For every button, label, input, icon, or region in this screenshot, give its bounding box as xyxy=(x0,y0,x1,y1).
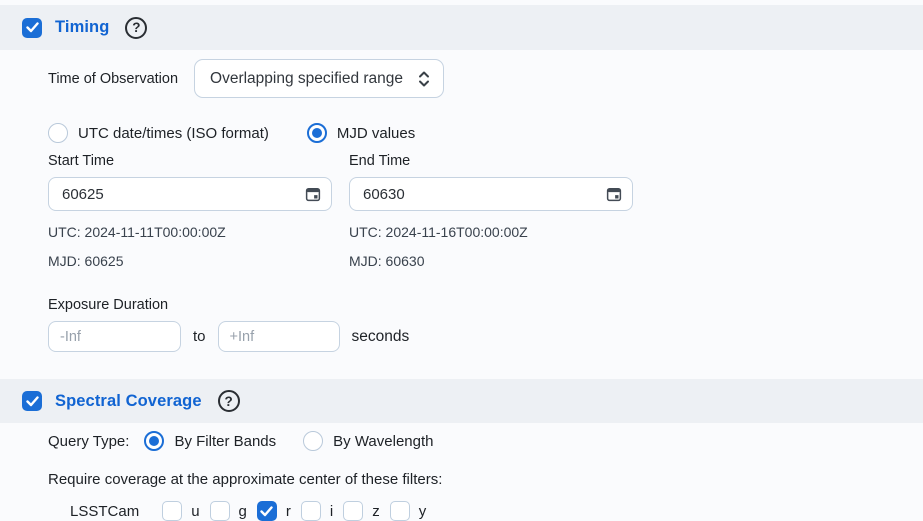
spectral-section-title: Spectral Coverage xyxy=(55,392,202,411)
band-u-checkbox[interactable] xyxy=(162,501,182,521)
exposure-unit-label: seconds xyxy=(352,328,410,346)
end-time-input[interactable] xyxy=(349,177,633,211)
start-time-input[interactable] xyxy=(48,177,332,211)
mjd-format-radio[interactable] xyxy=(307,123,327,143)
check-icon xyxy=(260,506,273,517)
query-type-label: Query Type: xyxy=(48,433,129,450)
spectral-section-header: Spectral Coverage ? xyxy=(0,379,923,423)
instrument-label: LSSTCam xyxy=(70,503,139,520)
band-g-label: g xyxy=(239,503,247,520)
check-icon xyxy=(26,22,39,33)
time-of-observation-select[interactable]: Overlapping specified range xyxy=(194,59,444,98)
spectral-section-checkbox[interactable] xyxy=(22,391,42,411)
by-filter-bands-radio[interactable] xyxy=(144,431,164,451)
band-y: y xyxy=(390,501,427,521)
start-time-label: Start Time xyxy=(48,153,332,169)
band-y-label: y xyxy=(419,503,427,520)
time-of-observation-label: Time of Observation xyxy=(48,71,178,87)
time-range-row: Start Time UTC: 2024-11-11T00:00:00Z MJD… xyxy=(48,153,923,269)
end-time-label: End Time xyxy=(349,153,633,169)
by-wavelength-radio[interactable] xyxy=(303,431,323,451)
start-time-input-wrap xyxy=(48,177,332,211)
time-of-observation-row: Time of Observation Overlapping specifie… xyxy=(48,59,923,98)
band-i: i xyxy=(301,501,333,521)
end-time-mjd-helper: MJD: 60630 xyxy=(349,253,633,269)
timing-section-body: Time of Observation Overlapping specifie… xyxy=(0,59,923,352)
exposure-duration-row: Exposure Duration to seconds xyxy=(48,297,923,352)
band-g: g xyxy=(210,501,247,521)
band-r-checkbox[interactable] xyxy=(257,501,277,521)
timing-section-title: Timing xyxy=(55,18,109,37)
exposure-duration-inputs: to seconds xyxy=(48,321,923,352)
start-time-column: Start Time UTC: 2024-11-11T00:00:00Z MJD… xyxy=(48,153,332,269)
spectral-help-icon[interactable]: ? xyxy=(218,390,240,412)
exposure-min-input[interactable] xyxy=(48,321,181,352)
end-time-utc-helper: UTC: 2024-11-16T00:00:00Z xyxy=(349,224,633,240)
calendar-icon[interactable] xyxy=(304,185,322,203)
exposure-max-input[interactable] xyxy=(218,321,340,352)
chevron-up-down-icon xyxy=(418,70,430,88)
filter-bands-row: LSSTCam u g r i z y xyxy=(48,501,923,521)
by-wavelength-radio-label: By Wavelength xyxy=(333,433,433,450)
band-z: z xyxy=(343,501,380,521)
check-icon xyxy=(26,396,39,407)
band-i-label: i xyxy=(330,503,333,520)
band-u: u xyxy=(162,501,199,521)
calendar-icon[interactable] xyxy=(605,185,623,203)
band-u-label: u xyxy=(191,503,199,520)
end-time-column: End Time UTC: 2024-11-16T00:00:00Z MJD: … xyxy=(349,153,633,269)
band-g-checkbox[interactable] xyxy=(210,501,230,521)
band-y-checkbox[interactable] xyxy=(390,501,410,521)
utc-format-radio[interactable] xyxy=(48,123,68,143)
band-z-label: z xyxy=(372,503,380,520)
exposure-duration-label: Exposure Duration xyxy=(48,297,923,313)
timing-help-icon[interactable]: ? xyxy=(125,17,147,39)
end-time-input-wrap xyxy=(349,177,633,211)
exposure-range-joiner: to xyxy=(193,328,206,345)
start-time-mjd-helper: MJD: 60625 xyxy=(48,253,332,269)
mjd-format-radio-label: MJD values xyxy=(337,125,415,142)
time-format-radio-group: UTC date/times (ISO format) MJD values xyxy=(48,123,923,143)
start-time-utc-helper: UTC: 2024-11-11T00:00:00Z xyxy=(48,224,332,240)
time-of-observation-selected-value: Overlapping specified range xyxy=(210,70,403,88)
filter-coverage-instruction: Require coverage at the approximate cent… xyxy=(48,471,923,488)
query-type-radio-group: Query Type: By Filter Bands By Wavelengt… xyxy=(48,431,923,451)
band-z-checkbox[interactable] xyxy=(343,501,363,521)
spectral-section-body: Query Type: By Filter Bands By Wavelengt… xyxy=(0,431,923,521)
timing-section-header: Timing ? xyxy=(0,5,923,50)
band-r: r xyxy=(257,501,291,521)
utc-format-radio-label: UTC date/times (ISO format) xyxy=(78,125,269,142)
band-r-label: r xyxy=(286,503,291,520)
band-i-checkbox[interactable] xyxy=(301,501,321,521)
timing-section-checkbox[interactable] xyxy=(22,18,42,38)
by-filter-bands-radio-label: By Filter Bands xyxy=(174,433,276,450)
